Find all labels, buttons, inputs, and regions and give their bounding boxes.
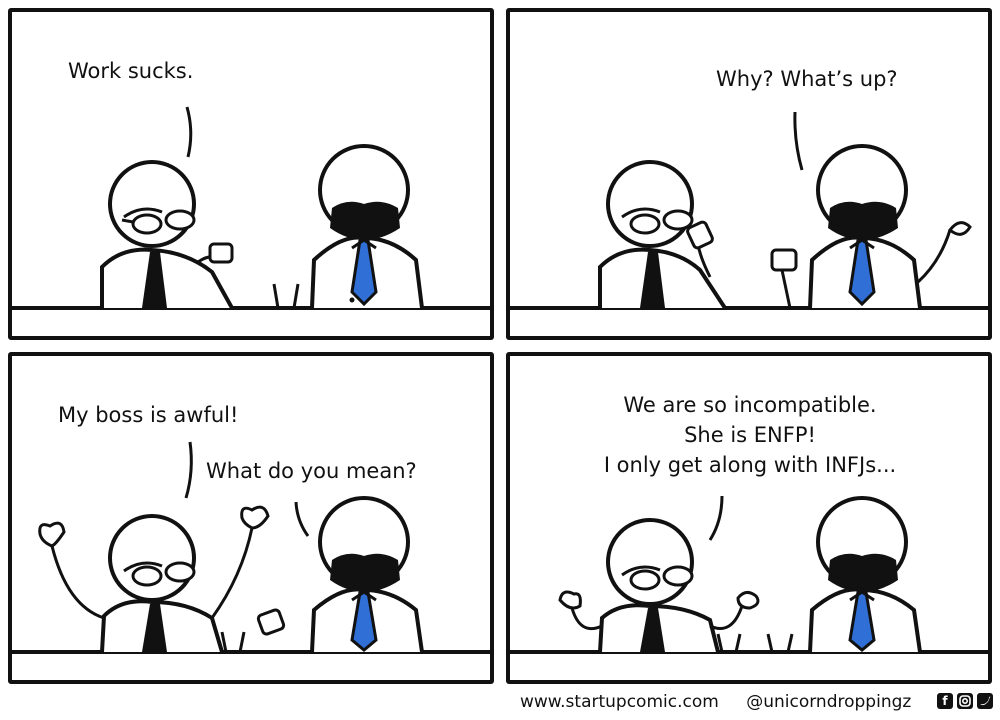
site-url[interactable]: www.startupcomic.com [520,692,719,712]
comic-panel-3: My boss is awful! What do you mean? [8,352,494,684]
bar-scene-illustration [510,111,988,310]
bar-scene-illustration [12,106,490,310]
bar-scene-illustration [510,495,988,654]
twitter-icon[interactable] [977,693,993,709]
comic-credits: www.startupcomic.com @unicorndroppingz [520,692,911,712]
bar-scene-illustration [12,441,490,654]
comic-panel-1: Work sucks. [8,8,494,340]
comic-panel-2: Why? What’s up? [506,8,992,340]
instagram-icon[interactable] [957,693,973,709]
social-handle[interactable]: @unicorndroppingz [746,692,911,712]
comic-panel-4: We are so incompatible. She is ENFP! I o… [506,352,992,684]
facebook-icon[interactable]: f [937,693,953,709]
